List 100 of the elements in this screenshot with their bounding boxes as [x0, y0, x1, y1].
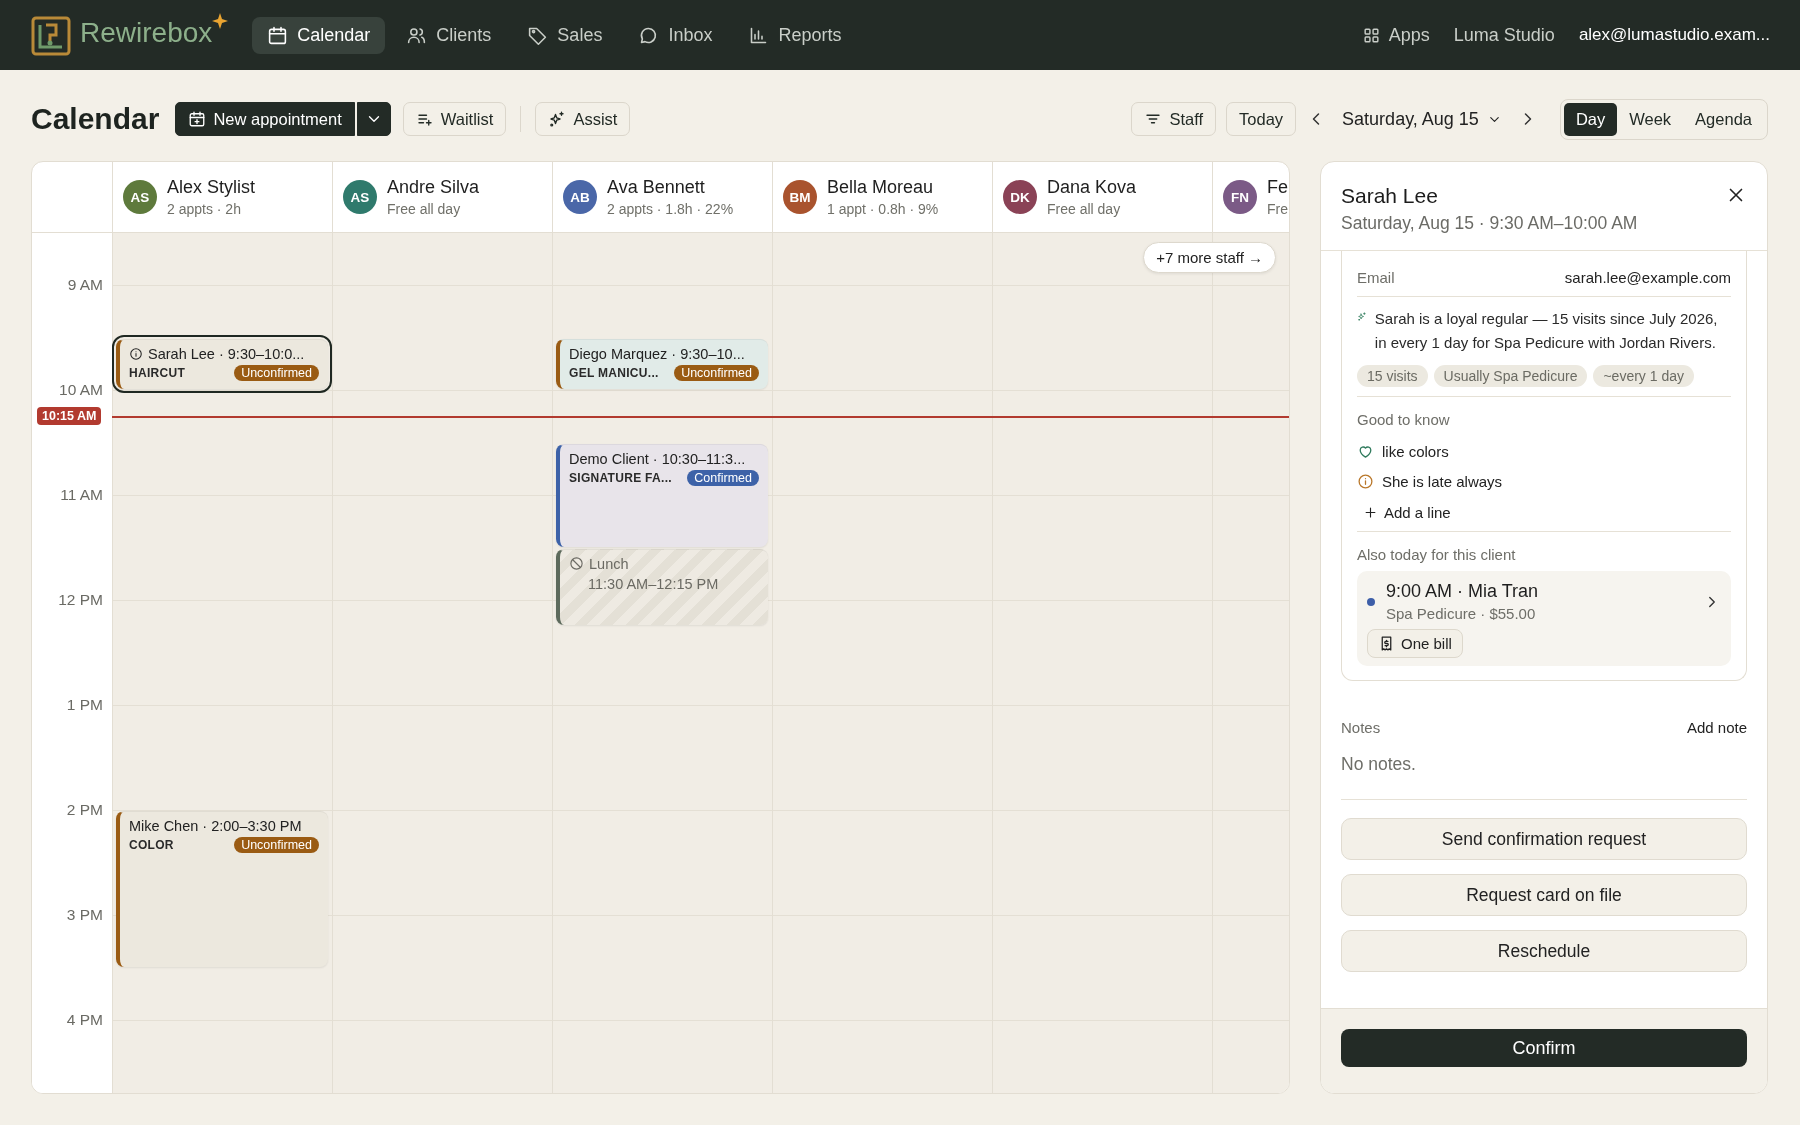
- client-tag: Usually Spa Pedicure: [1433, 365, 1588, 387]
- appointment-title: Sarah Lee · 9:30–10:0...: [148, 345, 305, 362]
- client-tag: 15 visits: [1357, 365, 1428, 387]
- client-insight: Sarah is a loyal regular — 15 visits since July 2026, in every 1 day for Spa Pedicure with Jordan Rivers.: [1374, 309, 1719, 353]
- email-label: Email: [1357, 269, 1395, 286]
- client-fact: She is late always: [1382, 472, 1503, 490]
- info-icon: [129, 346, 143, 361]
- current-time-badge: 10:15 AM: [37, 407, 102, 426]
- service-name: GEL MANICU...: [569, 365, 659, 380]
- date-picker[interactable]: Saturday, Aug 15: [1342, 108, 1502, 130]
- nav-tab[interactable]: Reports: [733, 16, 857, 54]
- hour-label: 9 AM: [67, 276, 103, 294]
- nav-tab[interactable]: Calendar: [252, 16, 386, 54]
- page-title: Calendar: [31, 102, 160, 136]
- calendar-icon: [267, 24, 289, 46]
- block-title: Lunch: [589, 555, 629, 572]
- sparkle-icon: [212, 13, 229, 29]
- new-appointment-button[interactable]: New appointment: [175, 102, 355, 136]
- plus-icon: [1363, 505, 1378, 520]
- client-fact: like colors: [1382, 442, 1449, 460]
- staff-filter-button[interactable]: Staff: [1131, 102, 1217, 136]
- view-tab[interactable]: Agenda: [1683, 102, 1764, 136]
- status-badge: Unconfirmed: [674, 364, 759, 381]
- other-appointment[interactable]: 9:00 AM · Mia Tran Spa Pedicure · $55.00 One bill: [1357, 571, 1731, 666]
- service-name: HAIRCUT: [129, 365, 186, 380]
- appointment-card[interactable]: Diego Marquez · 9:30–10... GEL MANICU... Unconfirmed: [556, 338, 768, 389]
- block-time: 11:30 AM–12:15 PM: [588, 575, 720, 592]
- notes-empty: No notes.: [1341, 736, 1747, 800]
- staff-avatar: AB: [563, 180, 597, 214]
- more-staff-button[interactable]: +7 more staff →: [1143, 242, 1276, 273]
- hour-label: 1 PM: [66, 696, 103, 714]
- staff-avatar: DK: [1003, 180, 1037, 214]
- account-email[interactable]: alex@lumastudio.exam...: [1578, 25, 1770, 45]
- staff-summary: 2 appts · 1.8h · 22%: [607, 201, 734, 217]
- nav-tab[interactable]: Inbox: [623, 16, 728, 54]
- status-badge: Unconfirmed: [234, 837, 319, 853]
- assist-button[interactable]: Assist: [535, 102, 631, 136]
- one-bill-button[interactable]: One bill: [1367, 629, 1463, 658]
- staff-avatar: BM: [783, 180, 817, 214]
- status-badge: Confirmed: [687, 469, 759, 486]
- appointment-title: Diego Marquez · 9:30–10...: [569, 345, 745, 362]
- dropdown-button[interactable]: [356, 102, 391, 136]
- staff-name: Fe: [1267, 177, 1288, 198]
- view-tab[interactable]: Day: [1563, 102, 1618, 136]
- appointment-card[interactable]: Mike Chen · 2:00–3:30 PM COLOR Unconfirmed: [116, 811, 328, 967]
- staff-summary: 1 appt · 0.8h · 9%: [827, 201, 939, 217]
- staff-name: Alex Stylist: [167, 177, 256, 198]
- hour-label: 3 PM: [66, 906, 103, 924]
- section-title: Also today for this client: [1357, 546, 1517, 563]
- staff-name: Ava Bennett: [607, 177, 706, 198]
- grid-icon: [1361, 25, 1381, 45]
- staff-schedule-column[interactable]: Sarah Lee · 9:30–10:0... HAIRCUT Unconfirmed Mike Chen · 2:00–3:30 PM COLOR Unconfirmed: [113, 233, 333, 1093]
- staff-name: Dana Kova: [1047, 177, 1137, 198]
- staff-name: Bella Moreau: [827, 177, 935, 198]
- blocked-time[interactable]: Lunch 11:30 AM–12:15 PM: [556, 548, 768, 626]
- staff-avatar: FN: [1223, 180, 1257, 214]
- staff-name: Andre Silva: [387, 177, 480, 198]
- add-note-link[interactable]: Add note: [1686, 719, 1747, 736]
- appointment-card[interactable]: Demo Client · 10:30–11:3... SIGNATURE FA... Confirmed: [556, 443, 768, 547]
- apps-link[interactable]: Apps: [1361, 24, 1430, 46]
- appointment-heading: 9:00 AM · Mia Tran: [1386, 581, 1539, 602]
- email-value: sarah.lee@example.com: [1564, 269, 1731, 286]
- hour-label: 4 PM: [66, 1011, 103, 1029]
- staff-summary: Free all day: [387, 201, 462, 217]
- notes-label: Notes: [1341, 719, 1381, 736]
- hour-label: 12 PM: [58, 591, 103, 609]
- staff-summary: Fre: [1267, 201, 1288, 217]
- confirm-button[interactable]: Confirm: [1341, 1029, 1747, 1067]
- client-name: Sarah Lee: [1341, 184, 1439, 208]
- studio-name[interactable]: Luma Studio: [1453, 24, 1555, 46]
- appointment-title: Demo Client · 10:30–11:3...: [569, 450, 746, 467]
- today-button[interactable]: Today: [1226, 102, 1297, 136]
- sparkle-icon: [548, 110, 567, 128]
- staff-summary: 2 appts · 2h: [167, 201, 242, 217]
- hour-label: 2 PM: [66, 801, 103, 819]
- action-button[interactable]: Send confirmation request: [1341, 818, 1747, 860]
- appointment-time: Saturday, Aug 15 · 9:30 AM–10:00 AM: [1341, 213, 1638, 234]
- info-icon: [1357, 472, 1374, 490]
- hour-label: 10 AM: [59, 381, 103, 399]
- action-button[interactable]: Reschedule: [1341, 930, 1747, 972]
- add-line-button[interactable]: Add a line: [1363, 502, 1451, 523]
- service-name: SIGNATURE FA...: [569, 470, 672, 485]
- calendar-plus-icon: [188, 110, 207, 128]
- waitlist-button[interactable]: Waitlist: [402, 102, 507, 136]
- client-tag: ~every 1 day: [1593, 365, 1694, 387]
- view-tab[interactable]: Week: [1617, 102, 1684, 136]
- blocked-icon: [569, 556, 584, 571]
- hour-label: 11 AM: [60, 486, 103, 504]
- appointment-detail: Spa Pedicure · $55.00: [1386, 605, 1537, 622]
- appointment-title: Mike Chen · 2:00–3:30 PM: [129, 818, 302, 834]
- status-badge: Unconfirmed: [234, 364, 319, 381]
- section-title: Good to know: [1357, 411, 1451, 428]
- staff-avatar: AS: [123, 180, 157, 214]
- staff-schedule-column[interactable]: Diego Marquez · 9:30–10... GEL MANICU... Unconfirmed Demo Client · 10:30–11:3... SIGNATURE FA... Confirmed Lunch 11:30 AM–12:15 PM: [553, 233, 773, 1093]
- action-button[interactable]: Request card on file: [1341, 874, 1747, 916]
- staff-summary: Free all day: [1047, 201, 1122, 217]
- brand-name: Rewirebox: [80, 17, 213, 49]
- nav-tab[interactable]: Clients: [391, 16, 507, 54]
- service-name: COLOR: [129, 838, 174, 852]
- nav-tab[interactable]: Sales: [512, 16, 618, 54]
